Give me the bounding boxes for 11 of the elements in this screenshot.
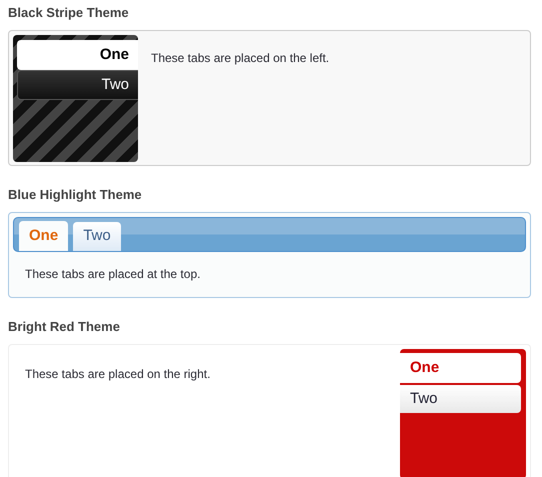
section-heading: Bright Red Theme: [8, 318, 121, 336]
tab[interactable]: One: [17, 40, 138, 70]
section-heading: Blue Highlight Theme: [8, 186, 143, 204]
tab[interactable]: Two: [17, 70, 138, 100]
tab[interactable]: Two: [73, 222, 121, 251]
tab-content-text: These tabs are placed at the top.: [24, 266, 202, 283]
section-heading: Black Stripe Theme: [8, 4, 130, 22]
tab[interactable]: One: [400, 353, 521, 383]
tab-content-text: These tabs are placed on the right.: [24, 366, 210, 383]
tab-content-text: These tabs are placed on the left.: [150, 50, 330, 67]
tab[interactable]: Two: [400, 385, 521, 413]
